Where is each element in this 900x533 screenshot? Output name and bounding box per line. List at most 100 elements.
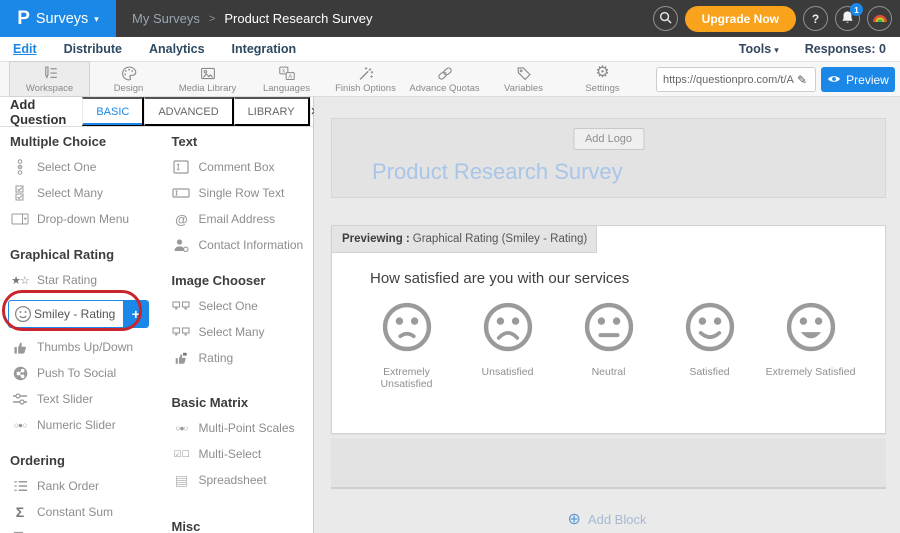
add-block-button[interactable]: ⊕ Add Block xyxy=(314,509,900,529)
smiley-option-extremely-unsatisfied[interactable]: Extremely Unsatisfied xyxy=(356,300,457,390)
smiley-face-icon xyxy=(9,305,32,323)
checkbox-stack-icon xyxy=(10,185,30,201)
breadcrumb-current-survey: Product Research Survey xyxy=(224,11,372,26)
translate-icon: xA xyxy=(278,65,296,82)
nav-tab-integration[interactable]: Integration xyxy=(232,42,297,56)
section-image-chooser: Image Chooser xyxy=(171,273,313,288)
qtype-multi-select[interactable]: ☑☐ Multi-Select xyxy=(169,441,313,467)
qtype-smiley-rating-row: Smiley - Rating + xyxy=(8,296,165,332)
add-logo-button[interactable]: Add Logo xyxy=(573,128,644,150)
chain-link-icon xyxy=(436,65,454,82)
smiley-option-satisfied[interactable]: Satisfied xyxy=(659,300,760,390)
section-misc: Misc xyxy=(171,519,313,533)
help-button[interactable]: ? xyxy=(803,6,828,31)
qtype-image-rating[interactable]: Rating xyxy=(169,345,313,371)
section-navbar: Edit Distribute Analytics Integration To… xyxy=(0,37,900,62)
dropdown-icon xyxy=(10,213,30,225)
tools-menu[interactable]: Tools▾ xyxy=(739,42,779,56)
smiley-option-extremely-satisfied[interactable]: Extremely Satisfied xyxy=(760,300,861,390)
section-multiple-choice: Multiple Choice xyxy=(10,134,165,149)
toolbar-languages-button[interactable]: xA Languages xyxy=(247,62,326,96)
tab-library[interactable]: LIBRARY xyxy=(234,97,310,126)
nav-tab-distribute[interactable]: Distribute xyxy=(64,42,122,56)
toolbar-workspace-button[interactable]: Workspace xyxy=(10,62,89,96)
section-basic-matrix: Basic Matrix xyxy=(171,395,313,410)
breadcrumb-separator-icon: > xyxy=(209,13,215,25)
qtype-image-select-many[interactable]: Select Many xyxy=(169,319,313,345)
image-icon xyxy=(199,65,217,82)
dual-screens-icon xyxy=(171,301,191,311)
qtype-push-to-social[interactable]: Push To Social xyxy=(8,360,165,386)
add-smiley-question-button[interactable]: + xyxy=(123,300,148,328)
survey-url-input[interactable] xyxy=(663,74,795,86)
qtype-single-row-text[interactable]: Single Row Text xyxy=(169,180,313,206)
tab-advanced[interactable]: ADVANCED xyxy=(144,97,233,126)
workspace-icon xyxy=(41,65,59,82)
smiley-unsatisfied-icon xyxy=(481,300,535,354)
question-text[interactable]: How satisfied are you with our services xyxy=(370,270,629,287)
spreadsheet-grid-icon: ▤ xyxy=(171,472,191,489)
block-footer-area[interactable] xyxy=(331,438,886,489)
nav-tab-edit[interactable]: Edit xyxy=(13,42,37,56)
smiley-scale: Extremely Unsatisfied Unsatisfied Neutra… xyxy=(332,300,885,390)
rank-order-icon xyxy=(10,479,30,493)
toolbar-variables-button[interactable]: Variables xyxy=(484,62,563,96)
smiley-extremely-unsatisfied-icon xyxy=(380,300,434,354)
brand-logo[interactable]: P Surveys ▾ xyxy=(0,0,116,37)
survey-title[interactable]: Product Research Survey xyxy=(372,159,623,185)
smiley-neutral-icon xyxy=(582,300,636,354)
nav-tab-analytics[interactable]: Analytics xyxy=(149,42,205,56)
breadcrumb-my-surveys[interactable]: My Surveys xyxy=(132,11,200,26)
section-text: Text xyxy=(171,134,313,149)
toolbar-media-library-button[interactable]: Media Library xyxy=(168,62,247,96)
share-icon xyxy=(10,366,30,381)
qtype-numeric-slider[interactable]: ○●○ Numeric Slider xyxy=(8,412,165,438)
notifications-button[interactable]: 1 xyxy=(835,6,860,31)
smiley-option-neutral[interactable]: Neutral xyxy=(558,300,659,390)
tab-basic[interactable]: BASIC xyxy=(82,97,144,126)
toolbar-design-button[interactable]: Design xyxy=(89,62,168,96)
qtype-spreadsheet[interactable]: ▤ Spreadsheet xyxy=(169,467,313,493)
avatar-gauge-icon xyxy=(872,11,888,26)
qtype-text-slider[interactable]: Text Slider xyxy=(8,386,165,412)
user-avatar[interactable] xyxy=(867,6,892,31)
toolbar-finish-options-button[interactable]: Finish Options xyxy=(326,62,405,96)
upgrade-now-button[interactable]: Upgrade Now xyxy=(685,6,796,32)
edit-url-pencil-icon[interactable]: ✎ xyxy=(797,73,807,87)
qtype-constant-sum[interactable]: Σ Constant Sum xyxy=(8,499,165,525)
qtype-rank-order[interactable]: Rank Order xyxy=(8,473,165,499)
survey-canvas: Add Logo Product Research Survey Preview… xyxy=(314,97,900,533)
qtype-smiley-rating[interactable]: Smiley - Rating + xyxy=(8,300,149,328)
section-ordering: Ordering xyxy=(10,453,165,468)
qtype-select-one[interactable]: Select One xyxy=(8,154,165,180)
responses-count[interactable]: Responses: 0 xyxy=(805,42,886,56)
toolbar-settings-button[interactable]: ⚙Settings xyxy=(563,62,642,96)
section-nav-right: Tools▾ Responses: 0 xyxy=(739,42,900,56)
qtype-thumbs-up-down[interactable]: Thumbs Up/Down xyxy=(8,334,165,360)
sliders-icon xyxy=(10,392,30,406)
qtype-image-select-one[interactable]: Select One xyxy=(169,293,313,319)
qtype-dropdown-menu[interactable]: Drop-down Menu xyxy=(8,206,165,232)
survey-toolbar: Workspace Design Media Library xA Langua… xyxy=(0,62,900,97)
qtype-drag-and-drop[interactable]: Drag and Drop xyxy=(8,525,165,533)
section-tabs: Edit Distribute Analytics Integration xyxy=(0,42,296,56)
search-button[interactable] xyxy=(653,6,678,31)
question-mark-icon: ? xyxy=(812,12,819,26)
single-row-text-icon xyxy=(171,188,191,198)
thumb-rating-icon xyxy=(171,352,191,365)
questionpro-logo-icon: P xyxy=(17,8,30,30)
qtype-multi-point-scales[interactable]: ○●○ Multi-Point Scales xyxy=(169,415,313,441)
palette-icon xyxy=(120,65,138,82)
survey-header-block[interactable]: Add Logo Product Research Survey xyxy=(331,118,886,198)
comment-box-icon xyxy=(171,160,191,174)
smiley-option-unsatisfied[interactable]: Unsatisfied xyxy=(457,300,558,390)
preview-button[interactable]: Preview xyxy=(821,67,895,92)
qtype-comment-box[interactable]: Comment Box xyxy=(169,154,313,180)
qtype-select-many[interactable]: Select Many xyxy=(8,180,165,206)
toolbar-advance-quotas-button[interactable]: Advance Quotas xyxy=(405,62,484,96)
qtype-contact-information[interactable]: Contact Information xyxy=(169,232,313,258)
previewing-tab: Previewing : Graphical Rating (Smiley - … xyxy=(331,225,597,253)
notification-badge: 1 xyxy=(850,3,863,16)
qtype-star-rating[interactable]: ★☆ Star Rating xyxy=(8,267,165,293)
qtype-email-address[interactable]: @ Email Address xyxy=(169,206,313,232)
